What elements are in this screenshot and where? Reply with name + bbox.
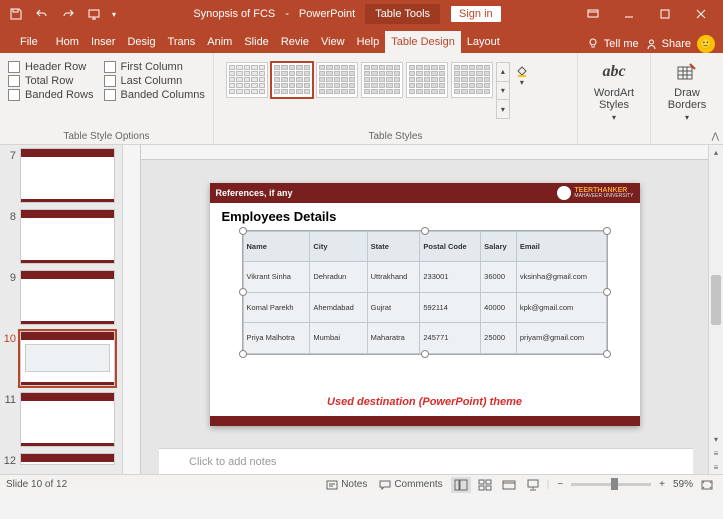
styles-gallery-scroll[interactable]: ▴▾▾ [496, 62, 510, 119]
check-banded-columns[interactable]: Banded Columns [104, 89, 205, 101]
check-header-row[interactable]: Header Row [8, 61, 94, 73]
slide-thumb[interactable]: 12 [2, 453, 120, 467]
tab-slideshow[interactable]: Slide [238, 31, 274, 53]
slideshow-view-button[interactable] [523, 477, 543, 493]
slide-thumb[interactable]: 10 [2, 331, 120, 386]
contextual-tab-label: Table Tools [365, 4, 440, 24]
check-first-column[interactable]: First Column [104, 61, 205, 73]
comments-icon [379, 479, 391, 491]
notes-pane[interactable]: Click to add notes [159, 448, 693, 474]
table-object[interactable]: NameCityStatePostal CodeSalaryEmailVikra… [242, 230, 608, 355]
group-label: Table Styles [222, 128, 569, 142]
group-wordart: abc WordArt Styles▾ [578, 53, 651, 144]
table-style-thumb[interactable] [271, 62, 313, 98]
draw-table-icon [674, 59, 700, 85]
slide-caption: Used destination (PowerPoint) theme [210, 396, 640, 408]
zoom-slider[interactable] [571, 483, 651, 486]
slide-thumb[interactable]: 11 [2, 392, 120, 447]
tab-file[interactable]: File [8, 31, 50, 53]
share-button[interactable]: Share [645, 38, 691, 51]
signin-button[interactable]: Sign in [450, 5, 502, 23]
save-button[interactable] [4, 3, 28, 25]
zoom-level[interactable]: 59% [673, 479, 693, 490]
tab-home[interactable]: Hom [50, 31, 85, 53]
slide-thumb[interactable]: 9 [2, 270, 120, 325]
group-label: Table Style Options [8, 128, 205, 142]
table-style-thumb[interactable] [361, 62, 403, 98]
table-style-thumb[interactable] [406, 62, 448, 98]
ribbon-body: Header Row First Column Total Row Last C… [0, 53, 723, 145]
notes-toggle[interactable]: Notes [322, 477, 371, 493]
app-name: PowerPoint [299, 8, 355, 20]
feedback-icon[interactable]: 🙂 [697, 35, 715, 53]
normal-view-button[interactable] [451, 477, 471, 493]
slide-title[interactable]: Employees Details [210, 203, 640, 230]
wordart-styles-button[interactable]: abc WordArt Styles▾ [586, 57, 642, 124]
tab-animations[interactable]: Anim [201, 31, 238, 53]
check-banded-rows[interactable]: Banded Rows [8, 89, 94, 101]
slide: References, if any TEERTHANKERMAHAVEER U… [210, 183, 640, 426]
share-icon [645, 38, 658, 51]
check-last-column[interactable]: Last Column [104, 75, 205, 87]
comments-toggle[interactable]: Comments [375, 477, 446, 493]
tab-help[interactable]: Help [351, 31, 386, 53]
statusbar: Slide 10 of 12 Notes Comments | − + 59% [0, 474, 723, 494]
vertical-scrollbar[interactable]: ▴ ▾ ≡ ≡ [708, 145, 723, 474]
ribbon-options-button[interactable] [575, 0, 611, 28]
slide-canvas[interactable]: References, if any TEERTHANKERMAHAVEER U… [141, 160, 708, 448]
table-style-thumb[interactable] [226, 62, 268, 98]
undo-button[interactable] [30, 3, 54, 25]
table-style-thumb[interactable] [316, 62, 358, 98]
slide-sorter-button[interactable] [475, 477, 495, 493]
titlebar: ▾ Synopsis of FCS - PowerPoint Table Too… [0, 0, 723, 28]
notes-icon [326, 479, 338, 491]
maximize-button[interactable] [647, 0, 683, 28]
start-slideshow-button[interactable] [82, 3, 106, 25]
vertical-ruler [123, 145, 141, 474]
close-button[interactable] [683, 0, 719, 28]
university-logo: TEERTHANKERMAHAVEER UNIVERSITY [557, 186, 633, 200]
qat-customize-button[interactable]: ▾ [108, 3, 120, 25]
check-total-row[interactable]: Total Row [8, 75, 94, 87]
zoom-in-button[interactable]: + [655, 477, 669, 492]
tab-layout[interactable]: Layout [461, 31, 506, 53]
paint-bucket-icon [515, 64, 529, 78]
tab-review[interactable]: Revie [275, 31, 315, 53]
redo-button[interactable] [56, 3, 80, 25]
draw-borders-button[interactable]: Draw Borders▾ [659, 57, 715, 124]
lightbulb-icon [586, 37, 600, 51]
slide-header-text: References, if any [216, 188, 293, 198]
table-style-thumb[interactable] [451, 62, 493, 98]
tab-insert[interactable]: Inser [85, 31, 121, 53]
tab-view[interactable]: View [315, 31, 351, 53]
slide-thumb[interactable]: 8 [2, 209, 120, 264]
tab-table-design[interactable]: Table Design [385, 31, 461, 53]
document-title: Synopsis of FCS [193, 8, 275, 20]
group-table-styles: ▴▾▾ ▾ Table Styles [214, 53, 578, 144]
shading-button[interactable]: ▾ [513, 62, 531, 87]
horizontal-ruler [141, 145, 708, 160]
fit-to-window-button[interactable] [697, 477, 717, 493]
tab-design[interactable]: Desig [121, 31, 161, 53]
ribbon-tabs: File Hom Inser Desig Trans Anim Slide Re… [0, 28, 723, 53]
tab-transitions[interactable]: Trans [162, 31, 202, 53]
group-table-style-options: Header Row First Column Total Row Last C… [0, 53, 214, 144]
slide-thumb[interactable]: 7 [2, 148, 120, 203]
collapse-ribbon-button[interactable]: ⋀ [712, 131, 719, 142]
slide-indicator: Slide 10 of 12 [6, 479, 67, 490]
wordart-icon: abc [601, 59, 627, 85]
slide-thumbnails-panel: 7 8 9 10 11 12 [0, 145, 123, 474]
zoom-out-button[interactable]: − [553, 477, 567, 492]
minimize-button[interactable] [611, 0, 647, 28]
reading-view-button[interactable] [499, 477, 519, 493]
tellme-search[interactable]: Tell me [586, 37, 639, 51]
